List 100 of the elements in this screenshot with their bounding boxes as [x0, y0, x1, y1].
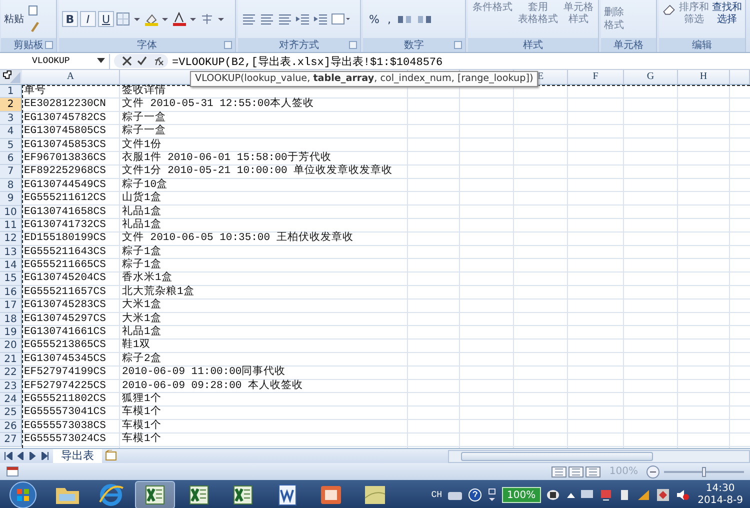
- table-cell-text: 礼品1盒: [121, 326, 162, 338]
- table-cell-text: EG555573024CS: [23, 433, 106, 447]
- row-header[interactable]: 6: [0, 152, 22, 166]
- table-cell-text: 鞋1双: [121, 339, 150, 352]
- table-cell-text: 文件1分 2010-05-21 10:00:00 单位收发章收发章收: [121, 165, 393, 178]
- table-cell-text: 大米1盒: [121, 312, 162, 325]
- row-header[interactable]: 22: [0, 366, 22, 380]
- column-header[interactable]: A: [22, 70, 120, 85]
- table-cell-text: 狐狸1个: [121, 392, 162, 405]
- table-cell-text: EG130745782CS: [23, 112, 106, 126]
- row-header[interactable]: 4: [0, 125, 22, 139]
- table-cell-text: EG130745345CS: [23, 352, 106, 366]
- table-cell-text: EG130741732CS: [23, 218, 106, 232]
- format-button[interactable]: B: [62, 11, 78, 27]
- number-format-button[interactable]: %: [366, 12, 382, 26]
- table-cell-text: EG130744549CS: [23, 178, 106, 192]
- group-label: 单元格: [614, 38, 644, 52]
- style-button[interactable]: 套用 表格格式: [518, 2, 558, 26]
- group-label: 对齐方式: [279, 38, 319, 52]
- table-cell-text: EG555573038CS: [23, 420, 106, 434]
- format-button[interactable]: U: [98, 11, 114, 27]
- row-header[interactable]: 2: [0, 98, 22, 112]
- row-header[interactable]: 23: [0, 380, 22, 393]
- table-cell-text: EE302812230CN: [23, 98, 106, 112]
- table-cell-text: 香水米1盒: [121, 272, 172, 285]
- table-cell-text: 粽子一盒: [121, 112, 166, 124]
- table-cell-text: 粽子1盒: [121, 246, 162, 258]
- row-header[interactable]: 20: [0, 339, 22, 353]
- row-header[interactable]: 24: [0, 392, 22, 406]
- table-cell-text: EG130745283CS: [23, 299, 106, 313]
- paste-button[interactable]: 粘贴: [4, 12, 24, 26]
- input-method[interactable]: CH: [431, 490, 442, 500]
- column-header[interactable]: H: [678, 70, 730, 85]
- row-header[interactable]: 16: [0, 286, 22, 300]
- row-header[interactable]: 26: [0, 420, 22, 434]
- row-header[interactable]: 14: [0, 259, 22, 272]
- row-header[interactable]: 9: [0, 192, 22, 206]
- cells-button[interactable]: 删除: [604, 7, 624, 18]
- clock[interactable]: 14:30 2014-8-9: [694, 483, 747, 507]
- table-cell-text: 北大荒杂粮1盒: [121, 286, 194, 298]
- column-header[interactable]: G: [624, 70, 678, 85]
- cells-button[interactable]: 格式: [604, 20, 624, 31]
- table-cell-text: EF527974225CS: [23, 380, 106, 393]
- row-header[interactable]: 5: [0, 138, 22, 152]
- table-cell-text: 粽子10盒: [121, 178, 168, 191]
- column-header[interactable]: F: [568, 70, 624, 85]
- table-cell-text: EF967013836CS: [23, 152, 106, 166]
- style-button[interactable]: 条件格式: [472, 2, 512, 14]
- table-cell-text: 文件 2010-06-05 10:35:00 王柏伏收发章收: [121, 232, 354, 245]
- table-cell-text: EG130741658CS: [23, 206, 106, 219]
- row-header[interactable]: 1: [0, 85, 22, 98]
- edit-button[interactable]: 查找和 选择: [712, 2, 742, 26]
- function-tooltip: VLOOKUP(lookup_value, table_array, col_index_num, [range_lookup]): [190, 71, 538, 87]
- row-header[interactable]: 10: [0, 206, 22, 219]
- table-cell-text: 2010-06-09 11:00:00同事代收: [121, 366, 286, 379]
- table-cell-text: EG130745204CS: [23, 272, 106, 286]
- number-format-button[interactable]: ,: [384, 12, 394, 26]
- row-header[interactable]: 13: [0, 246, 22, 260]
- group-label: 字体: [137, 38, 157, 52]
- format-button[interactable]: I: [80, 11, 96, 27]
- table-cell-text: EG130741661CS: [23, 326, 106, 340]
- table-cell-text: 车模1个: [121, 420, 162, 432]
- table-cell-text: 2010-06-09 09:28:00 本人收签收: [121, 380, 304, 392]
- row-header[interactable]: 3: [0, 112, 22, 126]
- table-cell-text: EG555211802CS: [23, 392, 106, 406]
- table-cell-text: EG555211657CS: [23, 286, 106, 300]
- table-cell-text: EG130745805CS: [23, 125, 106, 139]
- battery-indicator[interactable]: 100%: [502, 487, 541, 503]
- group-label: 编辑: [692, 38, 712, 52]
- style-button[interactable]: 单元格 样式: [564, 2, 594, 26]
- sheet-tab[interactable]: 导出表: [53, 449, 102, 463]
- table-cell-text: 文件1份: [121, 138, 162, 151]
- table-cell-text: EG555211612CS: [23, 192, 106, 206]
- row-header[interactable]: 19: [0, 326, 22, 340]
- row-header[interactable]: 12: [0, 232, 22, 246]
- row-header[interactable]: 18: [0, 312, 22, 326]
- table-cell-text: 粽子2盒: [121, 352, 162, 366]
- row-header[interactable]: 25: [0, 406, 22, 420]
- row-header[interactable]: 27: [0, 433, 22, 447]
- group-label: 样式: [523, 38, 543, 52]
- table-cell-text: EG555573041CS: [23, 406, 106, 420]
- row-header[interactable]: 15: [0, 272, 22, 286]
- table-cell-text: 礼品1盒: [121, 206, 162, 218]
- table-cell-text: 车模1个: [121, 406, 162, 419]
- row-header[interactable]: 8: [0, 178, 22, 192]
- edit-button[interactable]: 排序和 筛选: [679, 2, 709, 26]
- row-header[interactable]: 21: [0, 352, 22, 366]
- table-cell-text: 车模1个: [121, 433, 162, 447]
- row-header[interactable]: 11: [0, 218, 22, 232]
- row-header[interactable]: 17: [0, 299, 22, 313]
- table-cell-text: 粽子1盒: [121, 259, 162, 272]
- formula-field[interactable]: =VLOOKUP(B2,[导出表.xlsx]导出表!$1:$1048576: [172, 54, 443, 68]
- table-cell-text: EG555211665CS: [23, 259, 106, 272]
- table-cell-text: 礼品1盒: [121, 218, 162, 231]
- table-cell-text: 衣服1件 2010-06-01 15:58:00于芳代收: [121, 152, 332, 164]
- table-cell-text: ED155180199CS: [23, 232, 106, 246]
- table-cell-text: EF527974199CS: [23, 366, 106, 380]
- table-cell-text: 文件 2010-05-31 12:55:00本人签收: [121, 98, 314, 111]
- row-header[interactable]: 7: [0, 165, 22, 179]
- table-cell-text: EG555211643CS: [23, 246, 106, 260]
